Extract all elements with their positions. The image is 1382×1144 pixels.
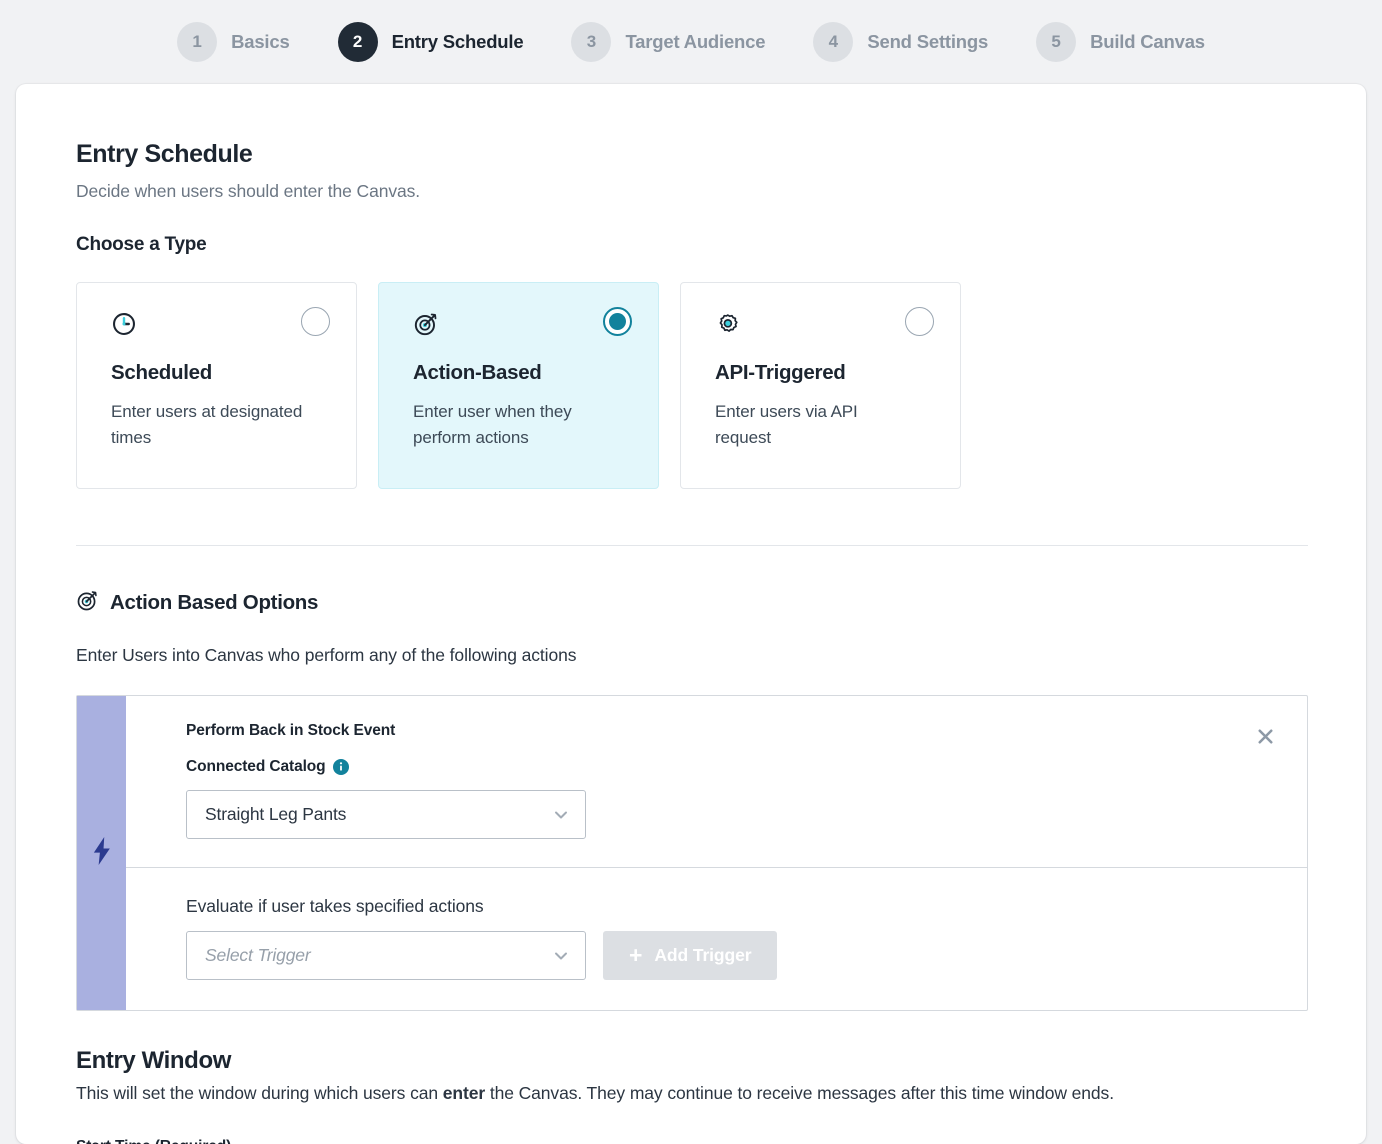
wizard-stepper: 1 Basics 2 Entry Schedule 3 Target Audie… bbox=[0, 0, 1382, 84]
chevron-down-icon bbox=[551, 805, 571, 825]
action-based-options-heading: Action Based Options bbox=[76, 589, 1306, 617]
close-icon bbox=[1257, 728, 1274, 745]
step-number: 1 bbox=[177, 22, 218, 62]
step-basics[interactable]: 1 Basics bbox=[177, 22, 290, 62]
event-title: Perform Back in Stock Event bbox=[186, 722, 396, 739]
type-card-title: API-Triggered bbox=[715, 361, 846, 384]
entry-window-desc-bold: enter bbox=[442, 1083, 486, 1103]
step-number: 3 bbox=[571, 22, 612, 62]
entry-window-title: Entry Window bbox=[76, 1047, 231, 1074]
info-icon[interactable] bbox=[332, 759, 349, 775]
remove-trigger-button[interactable] bbox=[1251, 722, 1279, 750]
action-based-options-title: Action Based Options bbox=[110, 591, 319, 614]
trigger-card-evaluate-row: Evaluate if user takes specified actions… bbox=[126, 867, 1307, 1010]
step-number: 5 bbox=[1036, 22, 1077, 62]
target-icon bbox=[413, 311, 439, 337]
type-card-action-based[interactable]: Action-Based Enter user when they perfor… bbox=[378, 282, 659, 489]
step-number: 2 bbox=[337, 22, 378, 62]
step-build-canvas[interactable]: 5 Build Canvas bbox=[1036, 22, 1205, 62]
step-send-settings[interactable]: 4 Send Settings bbox=[813, 22, 988, 62]
entry-window-section: Entry Window This will set the window du… bbox=[76, 1047, 1306, 1144]
step-label: Basics bbox=[231, 31, 290, 52]
page-title: Entry Schedule bbox=[76, 140, 253, 168]
chevron-down-icon bbox=[551, 946, 571, 966]
trigger-card-body: Perform Back in Stock Event Connected Ca… bbox=[126, 696, 1307, 1010]
connected-catalog-label-row: Connected Catalog bbox=[186, 758, 1307, 776]
select-trigger-row: Select Trigger + Add Trigger bbox=[186, 917, 1307, 980]
step-label: Entry Schedule bbox=[391, 31, 524, 52]
start-time-label: Start Time (Required) bbox=[76, 1138, 1306, 1144]
type-card-scheduled[interactable]: Scheduled Enter users at designated time… bbox=[76, 282, 357, 489]
add-trigger-button[interactable]: + Add Trigger bbox=[603, 931, 778, 980]
trigger-card-rail bbox=[77, 696, 126, 1010]
step-label: Target Audience bbox=[625, 31, 766, 52]
clock-icon bbox=[111, 311, 137, 337]
section-divider bbox=[76, 545, 1308, 546]
step-label: Build Canvas bbox=[1090, 31, 1205, 52]
entry-window-desc-part2: the Canvas. They may continue to receive… bbox=[485, 1083, 1114, 1103]
add-trigger-label: Add Trigger bbox=[654, 945, 752, 965]
gear-icon bbox=[715, 311, 741, 337]
connected-catalog-select[interactable]: Straight Leg Pants bbox=[186, 790, 586, 839]
step-entry-schedule[interactable]: 2 Entry Schedule bbox=[337, 22, 524, 62]
type-card-api-triggered[interactable]: API-Triggered Enter users via API reques… bbox=[680, 282, 961, 489]
radio-action-based[interactable] bbox=[603, 307, 632, 336]
select-trigger-dropdown[interactable]: Select Trigger bbox=[186, 931, 586, 980]
entry-window-description: This will set the window during which us… bbox=[76, 1083, 1306, 1104]
connected-catalog-value: Straight Leg Pants bbox=[205, 804, 347, 824]
plus-icon: + bbox=[629, 942, 643, 968]
type-card-description: Enter users at designated times bbox=[111, 402, 303, 447]
evaluate-actions-label: Evaluate if user takes specified actions bbox=[186, 896, 484, 916]
connected-catalog-label: Connected Catalog bbox=[186, 758, 326, 775]
step-target-audience[interactable]: 3 Target Audience bbox=[571, 22, 766, 62]
trigger-card: Perform Back in Stock Event Connected Ca… bbox=[76, 695, 1308, 1011]
choose-a-type-label: Choose a Type bbox=[76, 234, 207, 255]
type-card-title: Scheduled bbox=[111, 361, 212, 384]
step-label: Send Settings bbox=[867, 31, 989, 52]
radio-scheduled[interactable] bbox=[301, 307, 330, 336]
type-card-title: Action-Based bbox=[413, 361, 542, 384]
radio-api-triggered[interactable] bbox=[905, 307, 934, 336]
lightning-bolt-icon bbox=[92, 836, 112, 870]
type-card-description: Enter user when they perform actions bbox=[413, 402, 572, 447]
page-subtitle: Decide when users should enter the Canva… bbox=[76, 181, 421, 201]
entry-window-desc-part1: This will set the window during which us… bbox=[76, 1083, 443, 1103]
action-based-options-description: Enter Users into Canvas who perform any … bbox=[76, 645, 577, 665]
entry-type-card-group: Scheduled Enter users at designated time… bbox=[76, 282, 1306, 489]
select-trigger-placeholder: Select Trigger bbox=[205, 945, 311, 965]
type-card-description: Enter users via API request bbox=[715, 402, 858, 447]
target-icon bbox=[76, 589, 99, 617]
trigger-card-event-row: Perform Back in Stock Event Connected Ca… bbox=[126, 696, 1307, 867]
entry-schedule-panel: Entry Schedule Decide when users should … bbox=[16, 84, 1366, 1144]
step-number: 4 bbox=[813, 22, 854, 62]
